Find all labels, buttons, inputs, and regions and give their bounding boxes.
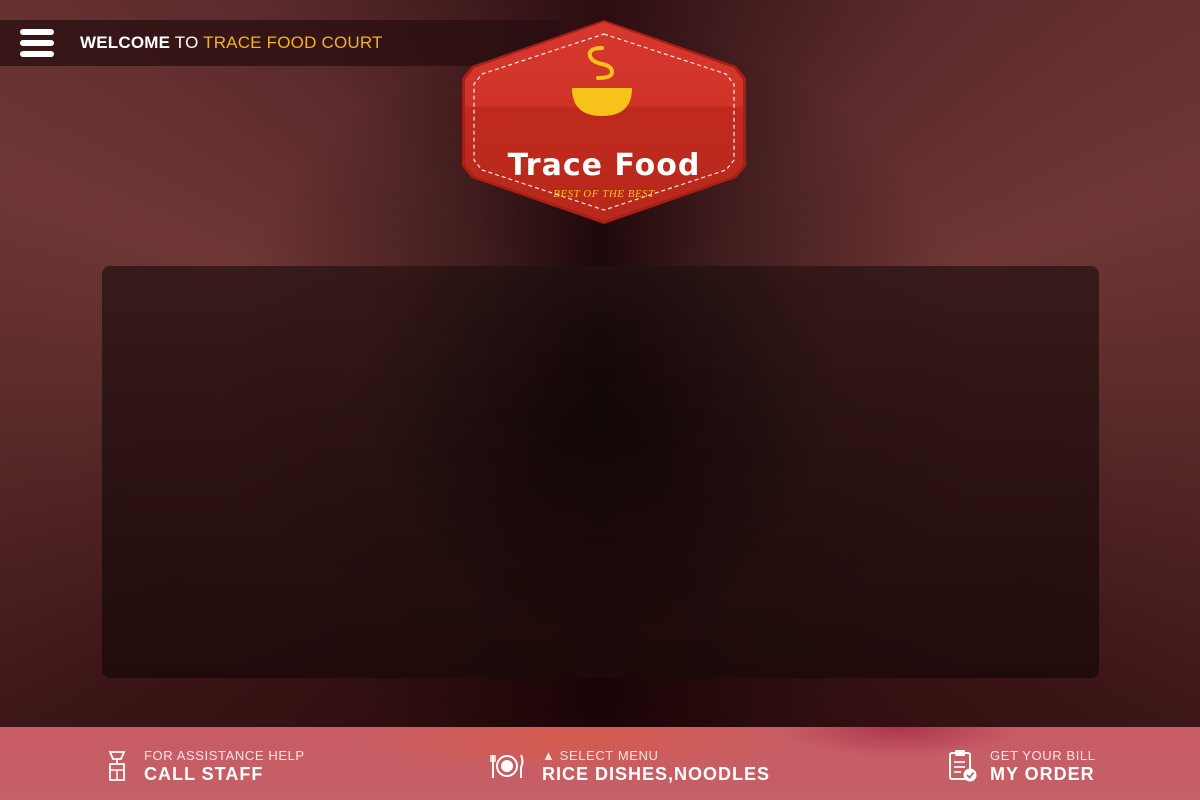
court-name: TRACE FOOD COURT: [203, 33, 383, 52]
call-staff-label: CALL STAFF: [144, 764, 264, 784]
select-menu-button[interactable]: ▲ SELECT MENU RICE DISHES,NOODLES: [490, 749, 770, 783]
call-staff-caption: FOR ASSISTANCE HELP: [144, 748, 305, 763]
clipboard-check-icon: [948, 749, 978, 783]
select-menu-caption: ▲ SELECT MENU: [542, 748, 659, 763]
bottom-action-bar: FOR ASSISTANCE HELP CALL STAFF ▲ SELECT …: [0, 727, 1200, 800]
welcome-word: WELCOME: [80, 33, 171, 52]
call-staff-button[interactable]: FOR ASSISTANCE HELP CALL STAFF: [102, 749, 305, 783]
my-order-button[interactable]: GET YOUR BILL MY ORDER: [948, 749, 1096, 783]
brand-title: Trace Food: [507, 148, 701, 183]
main-content-panel: [102, 266, 1099, 678]
hamburger-menu-icon[interactable]: [20, 29, 54, 57]
bell-icon: [102, 749, 132, 783]
select-menu-label: RICE DISHES,NOODLES: [542, 764, 771, 784]
welcome-text: WELCOME TO TRACE FOOD COURT: [80, 33, 383, 53]
brand-tagline: BEST OF THE BEST: [553, 188, 655, 200]
my-order-caption: GET YOUR BILL: [990, 748, 1096, 763]
welcome-to: TO: [170, 33, 204, 52]
plate-cutlery-icon: [490, 749, 524, 783]
my-order-label: MY ORDER: [990, 764, 1095, 784]
brand-logo-badge: Trace Food BEST OF THE BEST: [462, 18, 746, 226]
